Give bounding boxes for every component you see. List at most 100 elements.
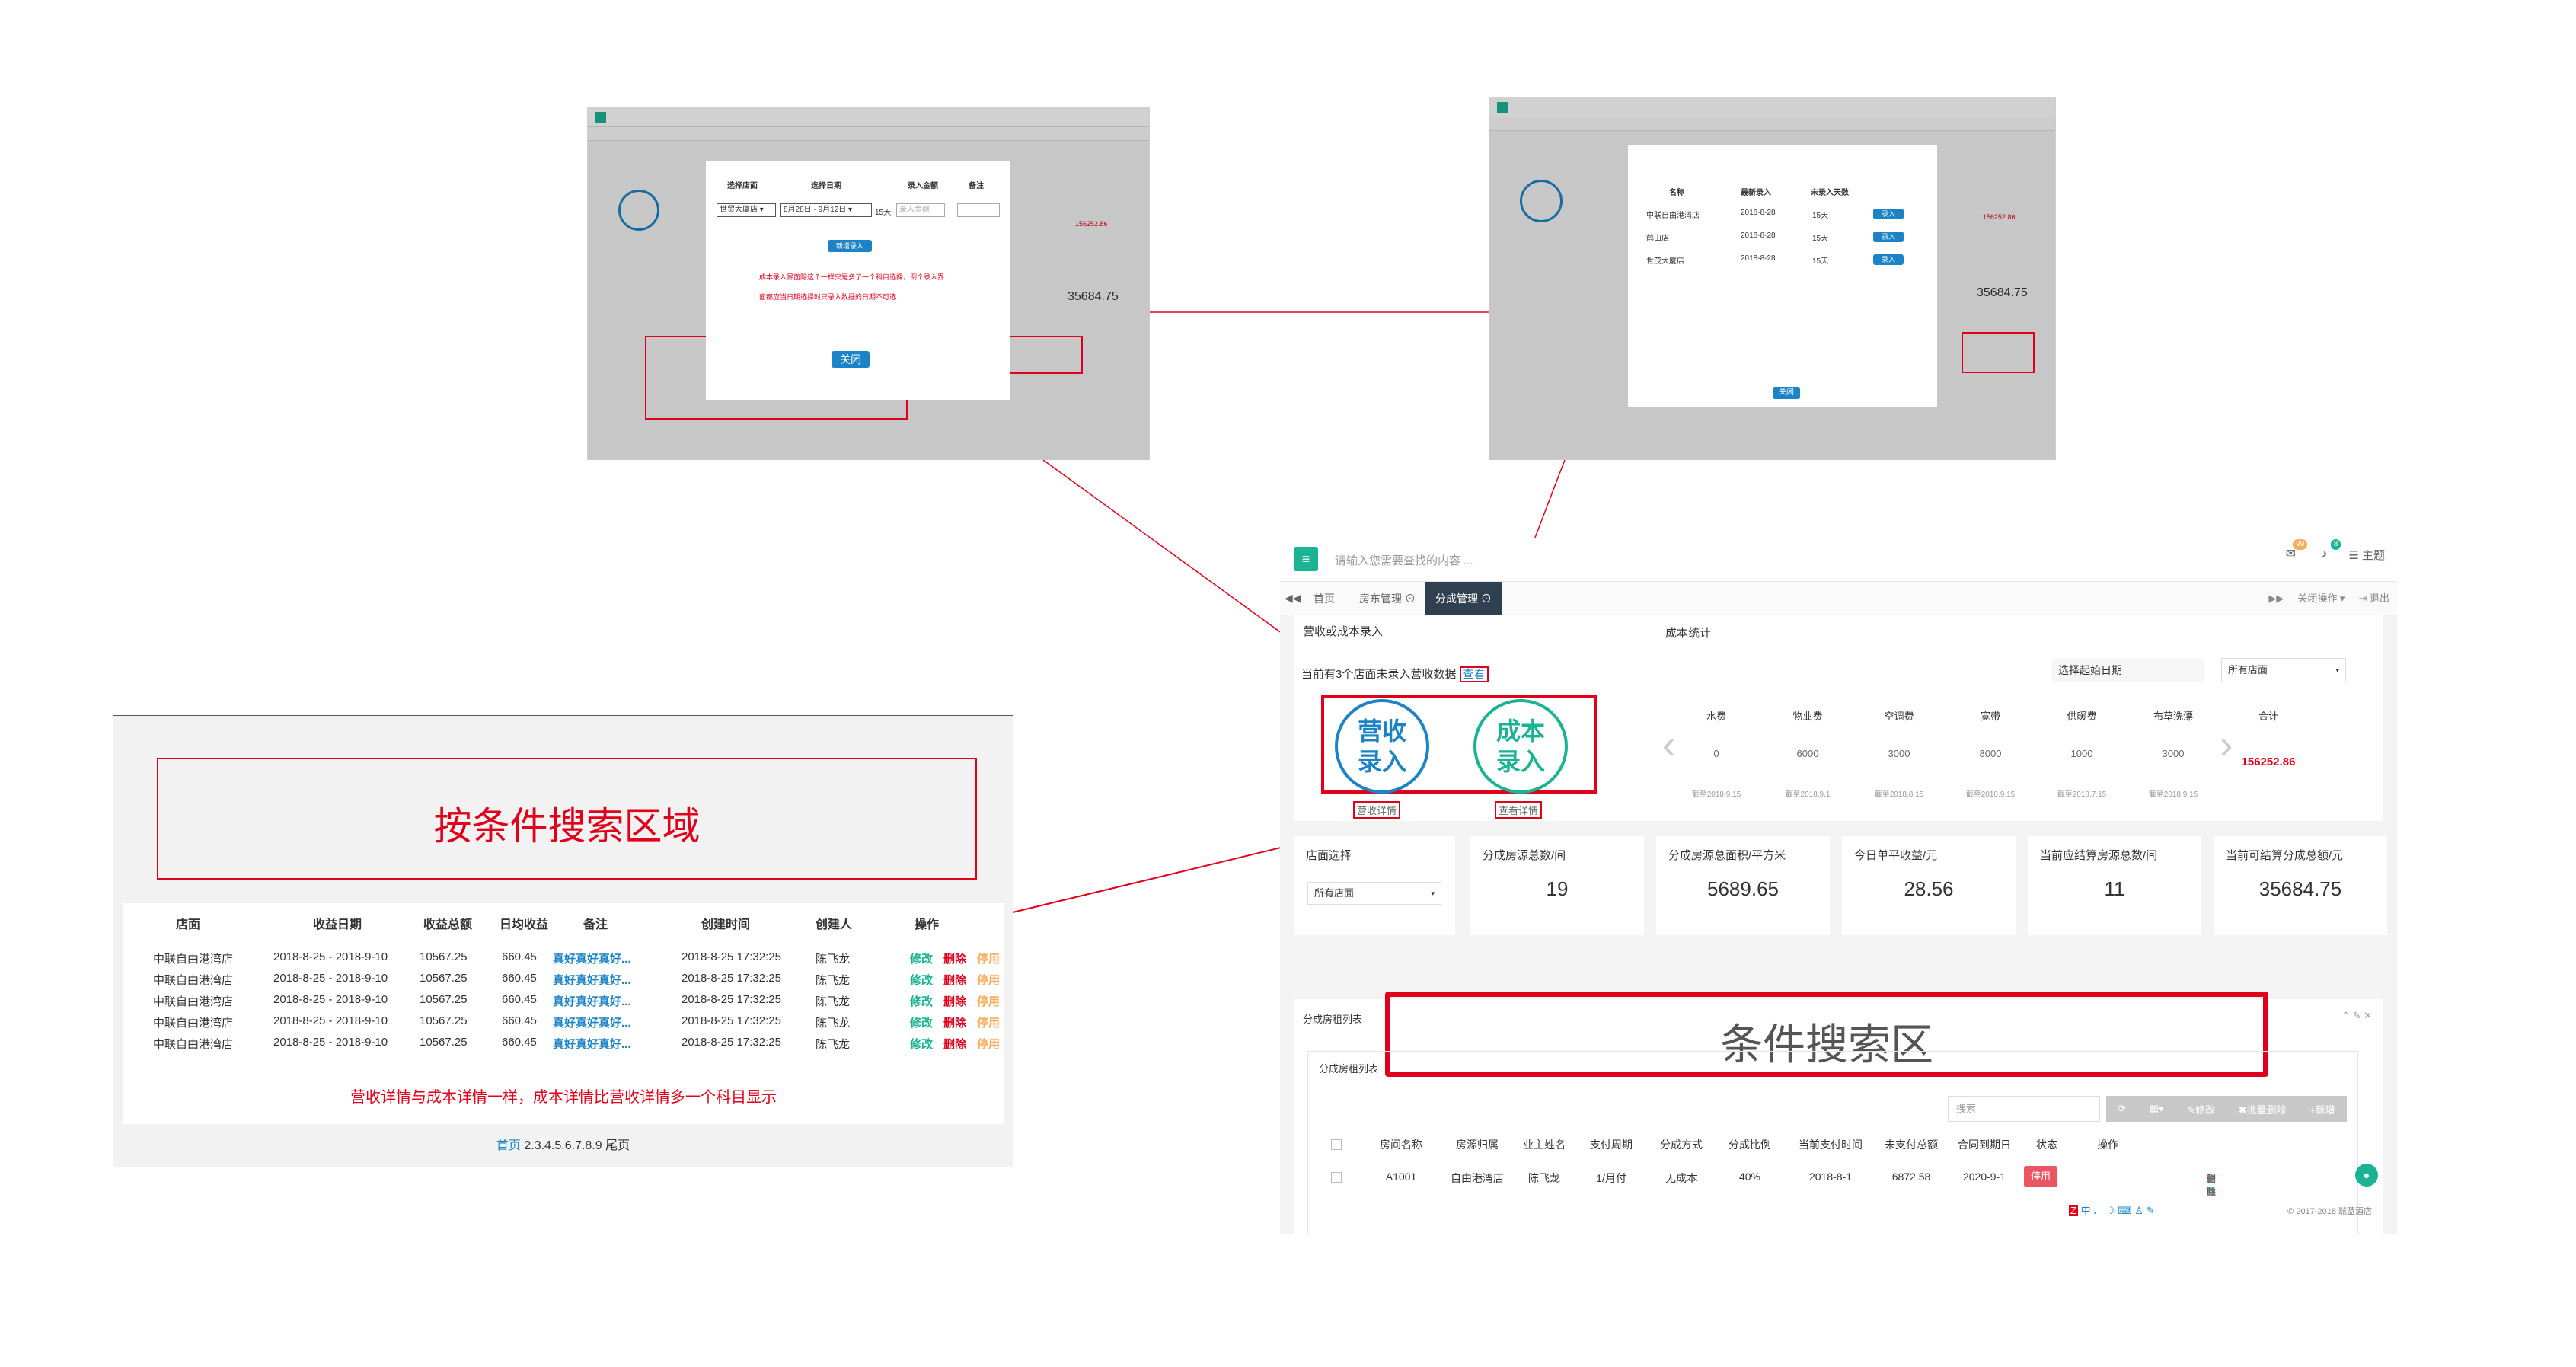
detail-op-edit[interactable]: 修改	[910, 950, 933, 966]
cost-column-name: 水费	[1706, 711, 1726, 722]
detail-op-delete[interactable]: 删除	[943, 1036, 966, 1052]
edit-button[interactable]: ✎修改	[2187, 1102, 2215, 1116]
detail-op-edit[interactable]: 修改	[910, 1014, 933, 1030]
edit-button-label: 修改	[2195, 1104, 2216, 1116]
batch-delete-button[interactable]: ✖批量删除	[2239, 1102, 2287, 1116]
select-all-checkbox[interactable]	[1331, 1139, 1342, 1150]
menu-toggle-button[interactable]: ≡	[1294, 547, 1318, 571]
detail-op-disable[interactable]: 停用	[977, 993, 1000, 1009]
detail-op-delete[interactable]: 删除	[943, 950, 966, 966]
modal2-header-days: 未录入天数	[1811, 189, 1849, 197]
tab-commission[interactable]: 分成管理 ⊙	[1425, 582, 1502, 615]
table-cell: 1/月付	[1596, 1172, 1626, 1184]
cost-prev-arrow[interactable]: ‹	[1662, 725, 1675, 765]
detail-op-disable[interactable]: 停用	[977, 972, 1000, 988]
modal-note-input[interactable]	[957, 203, 1000, 217]
table-row[interactable]: A1001 自由港湾店 陈飞龙 1/月付 无成本 40% 2018-8-1 6872.58 20…	[1308, 1166, 2357, 1197]
detail-table: 店面 收益日期 收益总额 日均收益 备注 创建时间 创建人 操作 中联自由港湾店 2018-8-…	[123, 903, 1004, 1124]
cost-column-date: 截至2018.9.15	[1965, 790, 2016, 799]
modal2-close-button[interactable]: 关闭	[1773, 387, 1800, 399]
detail-note: 营收详情与成本详情一样，成本详情比营收详情多一个科目显示	[350, 1089, 777, 1106]
detail-cell: 10567.25	[420, 972, 468, 985]
bell-icon[interactable]: ♪ 8	[2315, 539, 2341, 564]
detail-op-delete[interactable]: 删除	[943, 972, 966, 988]
cost-column-date: 截至2018.9.15	[2148, 790, 2198, 799]
detail-cell: 陈飞龙	[816, 974, 851, 987]
list-search-input[interactable]: 搜索	[1948, 1096, 2100, 1122]
pager-first[interactable]: 首页	[496, 1139, 521, 1152]
detail-cell: 中联自由港湾店	[153, 953, 234, 966]
cost-circle-line-2: 录入	[1495, 748, 1545, 775]
footer-copyright: © 2017-2018 瑞蓝酒店	[2287, 1207, 2372, 1216]
table-cell: A1001	[1385, 1171, 1417, 1183]
cost-entry-button[interactable]: 成本 录入	[1473, 699, 1568, 794]
entry-panel: 营收或成本录入 成本统计 当前有3个店面未录入营收数据 查看 营收 录入 成本 …	[1294, 615, 2383, 821]
tab-landlord[interactable]: 房东管理 ⊙	[1349, 582, 1426, 615]
detail-op-delete[interactable]: 删除	[943, 1014, 966, 1030]
tab-home[interactable]: 首页	[1303, 582, 1345, 615]
pager-pages[interactable]: 2.3.4.5.6.7.8.9	[524, 1139, 602, 1152]
detail-op-edit[interactable]: 修改	[910, 972, 933, 988]
revenue-entry-button[interactable]: 营收 录入	[1335, 699, 1429, 794]
store-select[interactable]: 所有店面 ▾	[1307, 882, 1441, 905]
close-ops-menu[interactable]: 关闭操作 ▾	[2297, 582, 2345, 615]
modal2-entry-button[interactable]: 录入	[1873, 232, 1904, 242]
detail-cell: 10567.25	[420, 950, 468, 963]
tab-scroll-left-icon[interactable]: ◀◀	[1285, 592, 1301, 605]
modal-store-select[interactable]: 世贸大厦店 ▾	[717, 203, 776, 217]
modal-add-button[interactable]: 新增录入	[828, 240, 872, 252]
exit-button[interactable]: ⇥ 退出	[2358, 582, 2389, 615]
row-action-enable[interactable]: 启用	[2207, 1172, 2216, 1198]
detail-cell: 2018-8-25 - 2018-9-10	[273, 972, 388, 985]
footer-icons: Z 中 ♩ ☽ ⌨ ♙ ✎	[2069, 1205, 2155, 1216]
message-badge: 99	[2293, 539, 2308, 550]
modal2-header-latest: 最新录入	[1741, 189, 1771, 197]
revenue-detail-link[interactable]: 营收详情	[1353, 801, 1401, 819]
message-icon[interactable]: ✉ 99	[2281, 539, 2308, 564]
pager-last[interactable]: 尾页	[605, 1139, 630, 1152]
status-disabled-badge[interactable]: 停用	[2024, 1166, 2057, 1187]
detail-op-edit[interactable]: 修改	[910, 1036, 933, 1052]
cost-column-name: 物业费	[1792, 711, 1823, 722]
exit-label: 退出	[2369, 592, 2389, 604]
detail-op-disable[interactable]: 停用	[977, 1014, 1000, 1030]
chat-icon[interactable]: ●	[2355, 1164, 2378, 1187]
table-cell: 无成本	[1665, 1172, 1697, 1184]
global-search-input[interactable]: 请输入您需要查找的内容 ...	[1335, 552, 1473, 568]
tab-scroll-right-icon[interactable]: ▶▶	[2268, 582, 2284, 615]
cost-column-name: 空调费	[1884, 711, 1914, 722]
start-date-input[interactable]: 选择起始日期	[2052, 658, 2204, 682]
modal2-entry-button[interactable]: 录入	[1873, 209, 1904, 219]
detail-cell: 真好真好真好...	[553, 953, 631, 966]
list-title: 分成房租列表	[1303, 1014, 1363, 1025]
detail-op-disable[interactable]: 停用	[977, 1036, 1000, 1052]
stat-value: 35684.75	[2258, 877, 2342, 900]
tab-bar: ◀◀ 首页 房东管理 ⊙ 分成管理 ⊙ ▶▶ 关闭操作 ▾ ⇥ 退出	[1280, 582, 2397, 615]
theme-button[interactable]: ☰ 主题	[2348, 547, 2385, 563]
modal-amount-input[interactable]: 录入金额	[896, 203, 945, 217]
content-area: 营收或成本录入 成本统计 当前有3个店面未录入营收数据 查看 营收 录入 成本 …	[1280, 615, 2397, 1234]
add-button[interactable]: +新增	[2309, 1102, 2335, 1116]
refresh-icon[interactable]: ⟳	[2118, 1103, 2126, 1115]
modal2-cell: 中联自由港湾店	[1646, 212, 1700, 220]
cost-detail-link[interactable]: 查看详情	[1495, 801, 1543, 819]
grid-icon[interactable]: ▦▾	[2150, 1103, 2164, 1115]
modal2-entry-button[interactable]: 录入	[1873, 254, 1904, 265]
store-filter-select[interactable]: 所有店面 ▾	[2221, 658, 2346, 682]
modal-close-button[interactable]: 关闭	[832, 351, 870, 368]
cost-column-value: 3000	[1888, 748, 1910, 759]
detail-header-cell: 备注	[583, 918, 608, 931]
detail-op-delete[interactable]: 删除	[943, 993, 966, 1009]
view-unrecorded-link[interactable]: 查看	[1459, 666, 1489, 682]
row-checkbox[interactable]	[1331, 1172, 1342, 1183]
modal2-row: 鹤山店 2018-8-28 15天 录入	[1628, 232, 1937, 244]
detail-op-edit[interactable]: 修改	[910, 993, 933, 1009]
cost-total-label: 合计	[2258, 711, 2278, 722]
detail-row: 中联自由港湾店 2018-8-25 - 2018-9-10 10567.25 660.…	[123, 950, 1004, 967]
modal-date-range[interactable]: 8月28日 - 9月12日 ▾	[780, 203, 872, 217]
cost-column-name: 宽带	[1980, 711, 2000, 722]
panel-tools[interactable]: ⌃ ✎ ✕	[2341, 1010, 2372, 1022]
store-select-panel: 店面选择 所有店面 ▾	[1294, 836, 1455, 935]
detail-op-disable[interactable]: 停用	[977, 950, 1000, 966]
modal2-row: 中联自由港湾店 2018-8-28 15天 录入	[1628, 209, 1937, 221]
